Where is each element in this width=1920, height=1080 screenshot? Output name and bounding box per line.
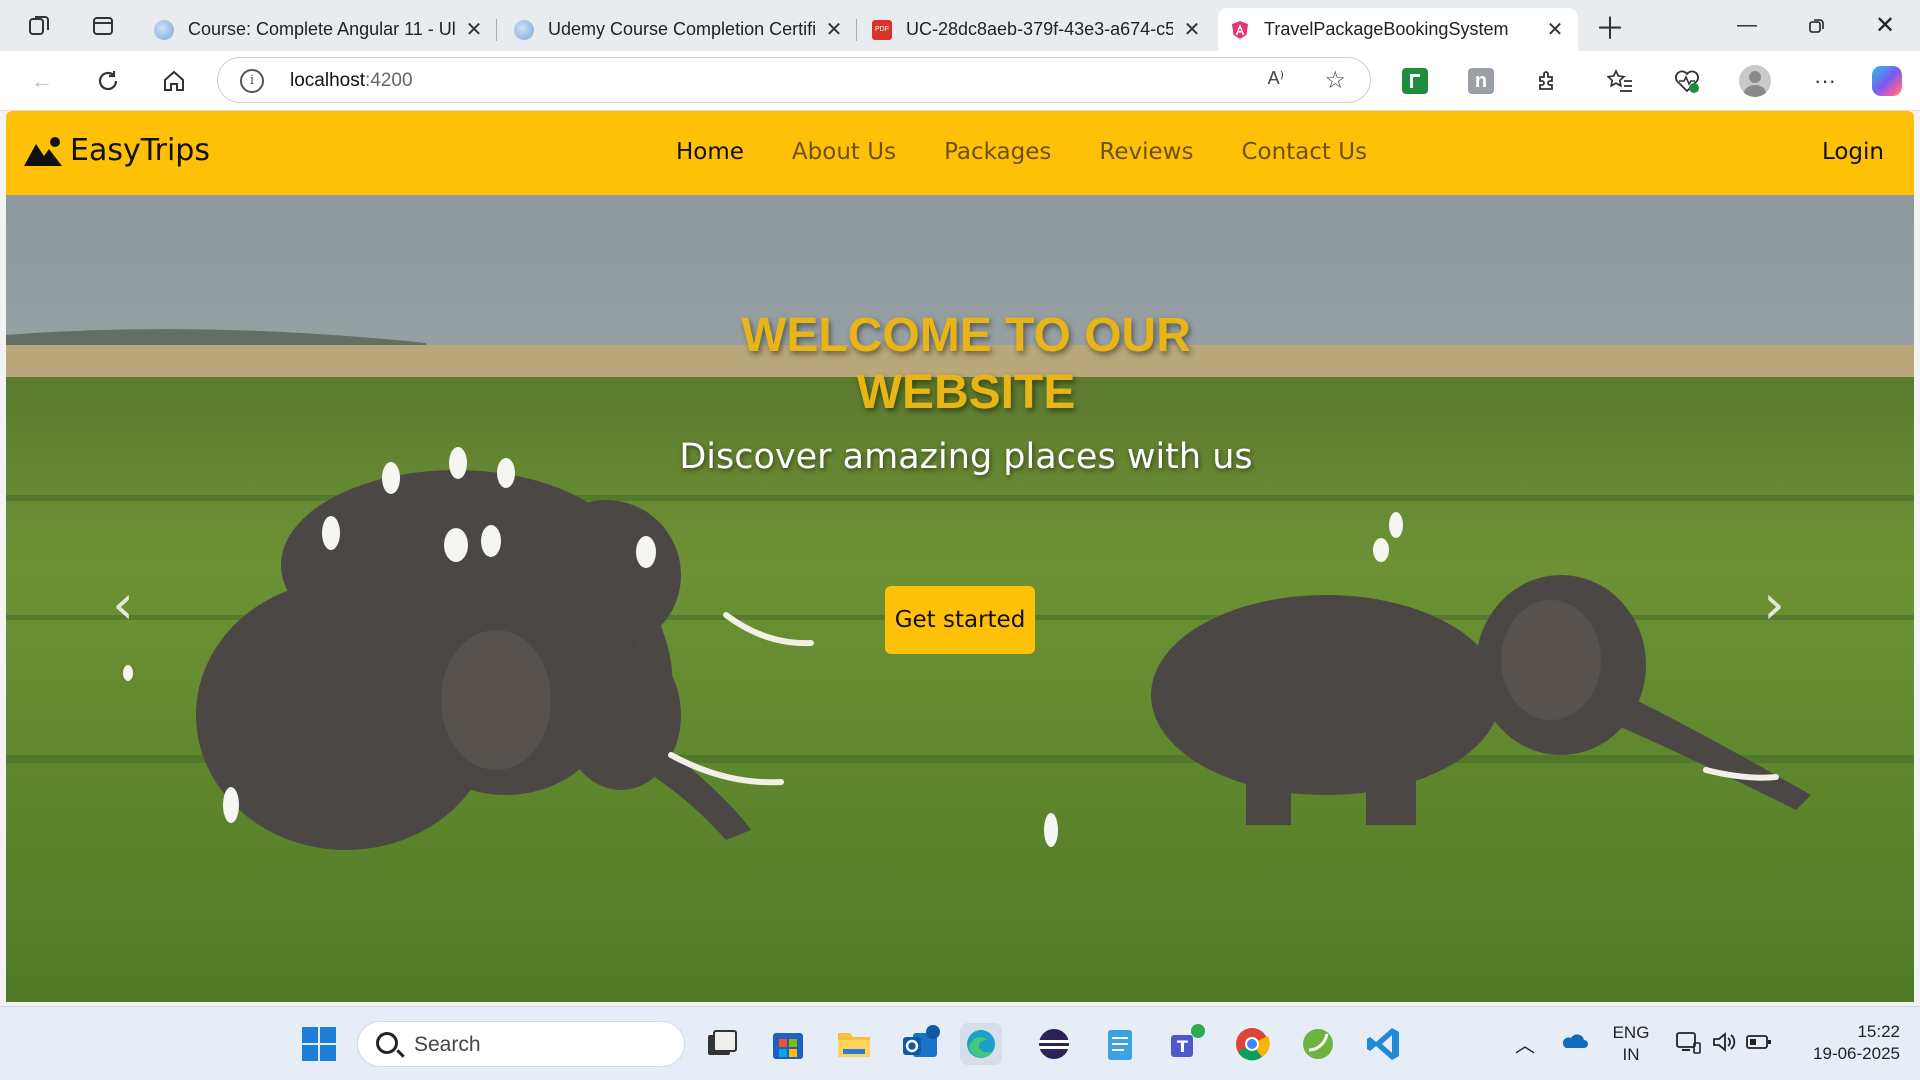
hero-carousel: WELCOME TO OUR WEBSITE Discover amazing … (6, 195, 1914, 1002)
notepad-icon[interactable] (1099, 1023, 1141, 1065)
carousel-next-icon[interactable]: › (1754, 575, 1794, 635)
hero-title: WELCOME TO OUR WEBSITE (741, 309, 1191, 419)
close-tab-icon[interactable]: ✕ (823, 17, 845, 42)
udemy-favicon-icon (154, 19, 174, 40)
windows-taskbar: Search T ︿ ENG IN 15:22 19-06-2025 (0, 1006, 1920, 1080)
udemy-favicon-icon (514, 19, 534, 40)
mountain-logo-icon (24, 136, 62, 166)
outlook-icon[interactable] (899, 1023, 941, 1065)
brand-name: EasyTrips (70, 133, 210, 168)
tab-udemy-certificate[interactable]: Udemy Course Completion Certifi ✕ (502, 8, 857, 51)
settings-more-icon[interactable]: ··· (1805, 61, 1845, 101)
search-icon (376, 1032, 398, 1054)
browser-toolbar: ← i localhost:4200 A⁾ ☆ n ··· (0, 51, 1920, 111)
extensions-puzzle-icon[interactable] (1527, 61, 1567, 101)
restore-icon[interactable] (1782, 0, 1852, 51)
hero-subtitle: Discover amazing places with us (679, 437, 1253, 477)
browser-essentials-icon[interactable] (1667, 61, 1707, 101)
edge-browser-icon[interactable] (960, 1023, 1002, 1065)
vscode-icon[interactable] (1363, 1023, 1405, 1065)
extension-green-icon[interactable] (1395, 61, 1435, 101)
site-navbar: EasyTrips Home About Us Packages Reviews… (6, 111, 1914, 195)
teams-icon[interactable]: T (1165, 1023, 1207, 1065)
extension-notion-icon[interactable]: n (1461, 61, 1501, 101)
tab-travel-booking[interactable]: TravelPackageBookingSystem ✕ (1218, 8, 1578, 51)
brand[interactable]: EasyTrips (24, 133, 210, 168)
copilot-icon[interactable] (1867, 61, 1907, 101)
tab-actions-icon[interactable] (78, 0, 128, 51)
tab-certificate-pdf[interactable]: PDF UC-28dc8aeb-379f-43e3-a674-c5 ✕ (860, 8, 1215, 51)
nav-packages[interactable]: Packages (944, 139, 1051, 165)
battery-icon[interactable] (1746, 1033, 1772, 1056)
url-text[interactable]: localhost:4200 (290, 70, 413, 92)
minimize-icon[interactable]: — (1712, 0, 1782, 51)
close-window-icon[interactable]: ✕ (1850, 0, 1920, 51)
browser-tab-bar: Course: Complete Angular 11 - Ul ✕ Udemy… (0, 0, 1920, 51)
site-info-icon[interactable]: i (240, 69, 264, 93)
file-explorer-icon[interactable] (833, 1023, 875, 1065)
onedrive-icon[interactable] (1560, 1031, 1588, 1054)
windows-start-icon[interactable] (298, 1023, 340, 1065)
get-started-button[interactable]: Get started (885, 586, 1035, 654)
login-link[interactable]: Login (1822, 139, 1884, 165)
close-tab-icon[interactable]: ✕ (463, 17, 485, 42)
show-hidden-icons[interactable]: ︿ (1515, 1029, 1535, 1058)
spring-tool-suite-icon[interactable] (1297, 1023, 1339, 1065)
svg-text:T: T (1177, 1037, 1188, 1056)
volume-icon[interactable] (1712, 1031, 1738, 1058)
refresh-icon[interactable] (88, 61, 128, 101)
close-tab-icon[interactable]: ✕ (1181, 17, 1203, 42)
nav-reviews[interactable]: Reviews (1099, 139, 1193, 165)
profile-avatar[interactable] (1735, 61, 1775, 101)
read-aloud-icon[interactable]: A⁾ (1268, 68, 1284, 89)
pdf-icon: PDF (872, 19, 892, 40)
favorites-icon[interactable] (1600, 61, 1640, 101)
nav-about-us[interactable]: About Us (792, 139, 896, 165)
address-bar[interactable]: i localhost:4200 A⁾ ☆ (217, 57, 1371, 103)
chrome-icon[interactable] (1231, 1023, 1273, 1065)
new-tab-icon[interactable]: ＋ (1585, 0, 1635, 51)
home-icon[interactable] (154, 61, 194, 101)
network-icon[interactable] (1676, 1031, 1702, 1060)
eclipse-icon[interactable] (1033, 1023, 1075, 1065)
language-indicator[interactable]: ENG IN (1612, 1022, 1650, 1066)
tab-angular-course[interactable]: Course: Complete Angular 11 - Ul ✕ (142, 8, 497, 51)
task-view-icon[interactable] (700, 1023, 742, 1065)
website-viewport: EasyTrips Home About Us Packages Reviews… (6, 111, 1914, 1002)
clock[interactable]: 15:22 19-06-2025 (1790, 1021, 1900, 1065)
workspaces-icon[interactable] (14, 0, 64, 51)
taskbar-search[interactable]: Search (357, 1021, 685, 1067)
main-nav: Home About Us Packages Reviews Contact U… (676, 139, 1367, 165)
carousel-prev-icon[interactable]: ‹ (103, 575, 143, 635)
close-tab-icon[interactable]: ✕ (1544, 17, 1566, 42)
microsoft-store-icon[interactable] (767, 1023, 809, 1065)
favorite-star-icon[interactable]: ☆ (1324, 66, 1346, 95)
nav-home[interactable]: Home (676, 139, 744, 165)
nav-contact-us[interactable]: Contact Us (1241, 139, 1367, 165)
back-icon[interactable]: ← (22, 61, 62, 101)
taskbar-search-placeholder: Search (414, 1033, 481, 1056)
angular-favicon-icon (1230, 20, 1250, 40)
